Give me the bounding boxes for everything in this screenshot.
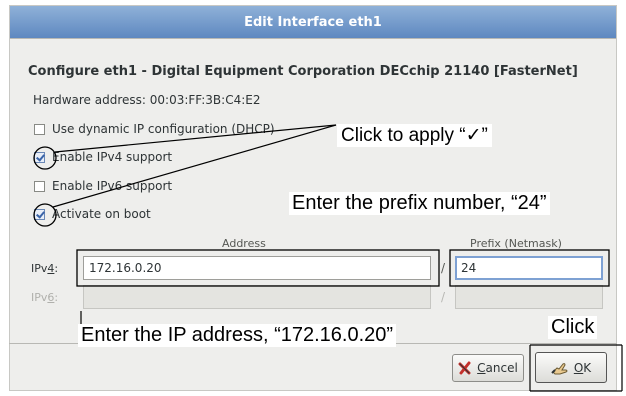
ipv4-option[interactable]: Enable IPv4 support (34, 150, 172, 164)
ipv6-row-label: IPv6: (31, 291, 59, 304)
ipv6-support-label: Enable IPv6 support (52, 179, 173, 193)
ipv4-slash: / (441, 261, 446, 275)
dhcp-label: Use dynamic IP configuration (DHCP) (52, 122, 275, 136)
cancel-label: Cancel (477, 361, 518, 375)
ipv6-option[interactable]: Enable IPv6 support (34, 179, 172, 193)
ipv6-address-input[interactable] (83, 285, 431, 309)
dhcp-option[interactable]: Use dynamic IP configuration (DHCP) (34, 122, 275, 136)
annotation-enter-ip: Enter the IP address, “172.16.0.20” (78, 324, 397, 347)
activate-on-boot-option[interactable]: Activate on boot (34, 207, 151, 221)
ipv6-checkbox[interactable] (34, 180, 45, 192)
hardware-address: Hardware address: 00:03:FF:3B:C4:E2 (33, 93, 261, 107)
window-title: Edit Interface eth1 (244, 14, 382, 30)
ipv4-prefix-input[interactable]: 24 (455, 256, 603, 280)
screenshot-root: Edit Interface eth1 Configure eth1 - Dig… (0, 0, 626, 396)
title-separator (10, 38, 616, 39)
ipv4-checkbox[interactable] (34, 151, 45, 163)
prefix-column-header: Prefix (Netmask) (470, 237, 562, 250)
ok-label: OK (573, 360, 592, 375)
activate-on-boot-checkbox[interactable] (34, 208, 45, 220)
activate-on-boot-label: Activate on boot (52, 207, 151, 221)
cancel-x-icon (458, 361, 472, 375)
ipv4-address-input[interactable]: 172.16.0.20 (83, 256, 431, 280)
annotation-click: Click (548, 316, 598, 339)
device-heading: Configure eth1 - Digital Equipment Corpo… (28, 64, 578, 79)
ipv6-prefix-input[interactable] (455, 285, 603, 309)
ipv4-support-label: Enable IPv4 support (52, 150, 173, 164)
annotation-click-to-apply: Click to apply “✓” (337, 124, 492, 147)
ok-hand-icon (551, 360, 569, 376)
dhcp-checkbox[interactable] (34, 123, 45, 135)
cancel-button[interactable]: Cancel (452, 354, 524, 382)
address-column-header: Address (222, 237, 266, 250)
window-titlebar[interactable]: Edit Interface eth1 (10, 6, 616, 38)
ipv4-row-label: IPv4: (31, 262, 59, 275)
ipv6-slash: / (441, 290, 446, 304)
ok-button[interactable]: OK (535, 352, 607, 383)
annotation-enter-prefix: Enter the prefix number, “24” (289, 192, 550, 215)
